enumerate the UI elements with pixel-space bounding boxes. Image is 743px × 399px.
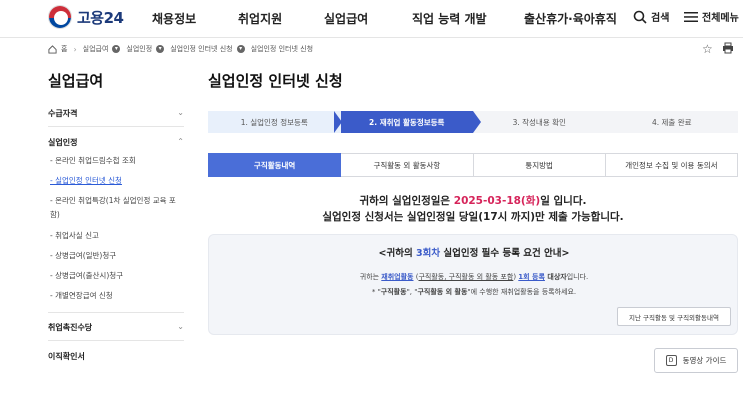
- breadcrumb-online-apply[interactable]: 실업인정 인터넷 신청: [170, 44, 232, 54]
- breadcrumb: 홈 › 실업급여 ▾ 실업인정 ▾ 실업인정 인터넷 신청 ▾ 실업인정 인터넷…: [48, 44, 313, 54]
- sidebar-item-extended-benefit[interactable]: - 개별연장급여 신청: [50, 289, 184, 303]
- info-text: * ": [371, 288, 381, 296]
- video-guide-button[interactable]: D 동영상 가이드: [654, 348, 738, 373]
- sidebar-item-sickness-general[interactable]: - 상병급여(일반)청구: [50, 249, 184, 263]
- nav-jobs[interactable]: 채용정보: [152, 10, 196, 27]
- sidebar-section-recognition[interactable]: 실업인정 ⌃: [48, 137, 184, 148]
- requirement-info-box: <귀하의 3회차 실업인정 필수 등록 요건 안내> 귀하는 재취업활동 (구직…: [208, 234, 738, 335]
- breadcrumb-recognition[interactable]: 실업인정: [126, 44, 152, 54]
- step-3: 3. 작성내용 확인: [512, 117, 566, 127]
- info-text: 구직활동 외 활동: [417, 288, 468, 296]
- dropdown-icon[interactable]: ▾: [156, 45, 165, 53]
- all-menu-button[interactable]: 전체메뉴: [684, 9, 739, 24]
- step-4: 4. 제출 완료: [651, 117, 692, 127]
- info-title-text: 실업인정 필수 등록 요건 안내>: [440, 248, 570, 259]
- sidebar-section-eligibility[interactable]: 수급자격 ⌄: [48, 108, 184, 119]
- info-text: 귀하는: [359, 273, 382, 281]
- sidebar-item-employment-report[interactable]: - 취업사실 신고: [50, 229, 184, 243]
- submission-notice: 실업인정 신청서는 실업인정일 당일(17시 까지)만 제출 가능합니다.: [322, 211, 624, 223]
- info-instruction-line: * "구직활동", "구직활동 외 활동"에 수행한 재취업활동을 등록하세요.: [209, 287, 739, 297]
- tab-other-activities[interactable]: 구직활동 외 활동사항: [341, 153, 474, 177]
- video-guide-label: 동영상 가이드: [682, 356, 727, 365]
- nav-unemployment-benefit[interactable]: 실업급여: [324, 10, 368, 27]
- tab-bar: 구직활동내역 구직활동 외 활동사항 통지방법 개인정보 수집 및 이용 동의서: [208, 153, 738, 177]
- divider: [48, 312, 184, 313]
- sidebar-section-label: 수급자격: [48, 109, 78, 118]
- info-count: 1회 등록: [518, 273, 545, 281]
- site-header: 고용24 채용정보 취업지원 실업급여 직업 능력 개발 출산휴가·육아휴직 검…: [0, 0, 743, 38]
- tab-notification-method[interactable]: 통지방법: [473, 153, 606, 177]
- search-icon: [633, 10, 647, 24]
- nav-vocational-training[interactable]: 직업 능력 개발: [412, 10, 487, 27]
- nav-maternity-leave[interactable]: 출산휴가·육아휴직: [524, 10, 617, 27]
- info-keyword: 재취업활동: [381, 273, 414, 281]
- step-2-active: 2. 재취업 활동정보등록: [340, 111, 481, 133]
- breadcrumb-home[interactable]: 홈: [61, 44, 67, 54]
- info-text: 구직활동, 구직활동 외 활동 포함: [418, 273, 514, 281]
- recognition-date: 2025-03-18(화): [453, 195, 541, 207]
- chevron-right-icon: ›: [73, 44, 77, 54]
- notice-text: 귀하의 실업인정일은: [359, 195, 454, 207]
- sidebar-section-label: 실업인정: [48, 138, 78, 147]
- tab-job-search-history[interactable]: 구직활동내역: [208, 153, 342, 177]
- video-icon: D: [665, 355, 677, 366]
- nav-employment-support[interactable]: 취업지원: [238, 10, 282, 27]
- search-button[interactable]: 검색: [633, 9, 669, 24]
- sidebar-item-dream-notebook[interactable]: - 온라인 취업드림수첩 조회: [50, 154, 184, 168]
- chevron-up-icon: ⌃: [177, 137, 184, 146]
- notice-text: 일 입니다.: [540, 195, 587, 207]
- round-highlight: 3회차: [416, 248, 441, 259]
- print-icon[interactable]: [722, 42, 734, 57]
- dropdown-icon[interactable]: ▾: [236, 45, 245, 53]
- sidebar-section-separation[interactable]: 이직확인서: [48, 351, 184, 362]
- sidebar-item-sickness-maternity[interactable]: - 상병급여(출산시)청구: [50, 269, 184, 283]
- sidebar-title: 실업급여: [48, 72, 104, 90]
- star-icon[interactable]: ☆: [702, 42, 713, 56]
- sidebar-item-online-apply[interactable]: - 실업인정 인터넷 신청: [50, 174, 184, 188]
- sidebar-section-label: 취업촉진수당: [48, 323, 93, 332]
- divider: [48, 340, 184, 341]
- step-1: 1. 실업인정 정보등록: [208, 111, 341, 133]
- tab-privacy-consent[interactable]: 개인정보 수집 및 이용 동의서: [605, 153, 738, 177]
- info-title-text: <귀하의: [378, 248, 416, 259]
- breadcrumb-unemployment[interactable]: 실업급여: [83, 44, 109, 54]
- page-title: 실업인정 인터넷 신청: [208, 72, 343, 90]
- info-text: 대상자: [544, 273, 567, 281]
- sidebar-item-online-lecture[interactable]: - 온라인 취업특강(1차 실업인정 교육 포함): [50, 194, 184, 222]
- sidebar-section-label: 이직확인서: [48, 352, 85, 361]
- hamburger-icon: [684, 11, 698, 22]
- search-label: 검색: [651, 13, 670, 24]
- info-text: 입니다.: [566, 273, 589, 281]
- site-logo[interactable]: 고용24: [48, 5, 124, 29]
- dropdown-icon[interactable]: ▾: [112, 45, 121, 53]
- taegeuk-logo-icon: [48, 5, 72, 29]
- info-text: 구직활동: [380, 288, 407, 296]
- divider: [48, 126, 184, 127]
- chevron-down-icon: ⌄: [177, 322, 184, 331]
- recognition-date-notice: 귀하의 실업인정일은 2025-03-18(화)일 입니다.: [208, 193, 738, 208]
- info-requirement-line: 귀하는 재취업활동 (구직활동, 구직활동 외 활동 포함) 1회 등록 대상자…: [209, 272, 739, 282]
- all-menu-label: 전체메뉴: [702, 13, 739, 24]
- breadcrumb-current: 실업인정 인터넷 신청: [250, 45, 314, 53]
- progress-steps: 1. 실업인정 정보등록 2. 재취업 활동정보등록 3. 작성내용 확인 4.…: [208, 111, 738, 133]
- chevron-down-icon: ⌄: [177, 108, 184, 117]
- info-title: <귀하의 3회차 실업인정 필수 등록 요건 안내>: [209, 245, 739, 259]
- logo-text: 고용24: [77, 8, 124, 27]
- home-icon[interactable]: [48, 44, 57, 54]
- info-text: "에 수행한 재취업활동을 등록하세요.: [467, 288, 577, 296]
- info-text: ", ": [406, 288, 418, 296]
- past-activity-history-button[interactable]: 지난 구직활동 및 구직외활동내역: [617, 307, 731, 326]
- sidebar-section-promotion[interactable]: 취업촉진수당 ⌄: [48, 322, 184, 333]
